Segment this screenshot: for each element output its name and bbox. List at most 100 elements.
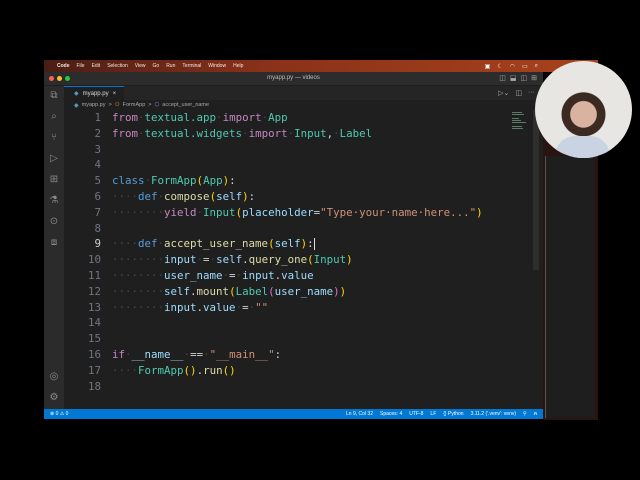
- code-line[interactable]: 10 ········input·=·self.query_one(Input): [64, 252, 543, 268]
- search-icon[interactable]: ⌕: [535, 63, 538, 70]
- minimap[interactable]: [512, 112, 526, 129]
- code-token: ········: [112, 205, 165, 219]
- menu-view[interactable]: View: [135, 63, 146, 69]
- code-token: ): [476, 205, 483, 219]
- code-line[interactable]: 2 from·textual.widgets·import·Input,·Labe…: [64, 126, 543, 142]
- code-token: placeholder: [242, 205, 314, 219]
- breadcrumb: ◆ myapp.py > ⚇ FormApp > ⬡ accept_user_n…: [64, 100, 543, 110]
- code-token: Label: [339, 126, 373, 140]
- code-token: run: [203, 363, 223, 377]
- code-editor[interactable]: 1 from·textual.app·import·App 2 from·textua…: [64, 110, 543, 394]
- code-token: compose: [164, 189, 210, 203]
- code-line[interactable]: 12 ········self.mount(Label(user_name)): [64, 284, 543, 300]
- tab-myapp-py[interactable]: ◆ myapp.py ×: [64, 86, 125, 100]
- menu-window[interactable]: Window: [208, 63, 226, 69]
- code-line[interactable]: 14: [64, 315, 543, 331]
- breadcrumb-class[interactable]: FormApp: [123, 102, 146, 108]
- explorer-icon[interactable]: ⧉: [48, 90, 60, 102]
- menu-app-name[interactable]: Code: [57, 63, 70, 69]
- code-line[interactable]: 16 if·__name__·==·"__main__":: [64, 347, 543, 363]
- code-line[interactable]: 18: [64, 379, 543, 395]
- code-token: self: [274, 237, 301, 251]
- code-line[interactable]: 1 from·textual.app·import·App: [64, 110, 543, 126]
- toggle-secondary-sidebar-icon[interactable]: ◫: [521, 74, 528, 82]
- code-token: ····: [112, 363, 139, 377]
- menu-run[interactable]: Run: [166, 63, 175, 69]
- gear-icon[interactable]: ⚙: [48, 392, 60, 404]
- code-token: if: [112, 347, 126, 361]
- code-token: mount: [196, 284, 230, 298]
- status-tray: ▣ ☾ ◠ ▭ ⌕: [485, 60, 538, 72]
- code-line[interactable]: 6 ····def·compose(self):: [64, 189, 543, 205]
- line-number: 9: [94, 237, 101, 251]
- python-interpreter[interactable]: 3.11.2 ('.venv': venv): [471, 411, 516, 417]
- line-text: ····FormApp().run(): [112, 363, 236, 379]
- accounts-icon[interactable]: ⚲: [523, 411, 527, 417]
- search-icon[interactable]: ⌕: [48, 111, 60, 123]
- breadcrumb-file[interactable]: myapp.py: [82, 102, 106, 108]
- menu-edit[interactable]: Edit: [92, 63, 101, 69]
- account-icon[interactable]: ◎: [48, 371, 60, 383]
- code-token: FormApp: [138, 363, 184, 377]
- code-token: from: [112, 126, 139, 140]
- notifications-icon[interactable]: ⍾: [534, 411, 537, 417]
- menu-file[interactable]: File: [77, 63, 85, 69]
- cursor-position[interactable]: Ln 9, Col 32: [346, 411, 373, 417]
- python-file-icon: ◆: [74, 91, 79, 97]
- line-text: ········input.value·=·"": [112, 300, 268, 316]
- code-token: FormApp: [151, 174, 197, 188]
- source-control-icon[interactable]: ⑂: [48, 132, 60, 144]
- code-line[interactable]: 17 ····FormApp().run(): [64, 363, 543, 379]
- code-line[interactable]: 13 ········input.value·=·"": [64, 300, 543, 316]
- line-number: 18: [87, 379, 101, 393]
- run-debug-icon[interactable]: ▷: [48, 153, 60, 165]
- line-text: if·__name__·==·"__main__":: [112, 347, 281, 363]
- menu-terminal[interactable]: Terminal: [182, 63, 201, 69]
- line-number: 12: [87, 284, 101, 298]
- screen-icon[interactable]: ▣: [485, 63, 491, 70]
- code-line[interactable]: 7 ········yield·Input(placeholder="Type·y…: [64, 205, 543, 221]
- code-token: ): [229, 363, 236, 377]
- code-line[interactable]: 15: [64, 331, 543, 347]
- menu-go[interactable]: Go: [153, 63, 160, 69]
- menu-help[interactable]: Help: [233, 63, 243, 69]
- code-line[interactable]: 3: [64, 142, 543, 158]
- close-tab-icon[interactable]: ×: [113, 91, 117, 97]
- run-file-icon[interactable]: ▷⌄: [498, 89, 509, 97]
- wifi-icon[interactable]: ◠: [510, 63, 515, 70]
- method-icon: ⬡: [154, 102, 160, 108]
- code-line[interactable]: 5 class·FormApp(App):: [64, 173, 543, 189]
- line-number: 8: [94, 221, 101, 235]
- end-of-line[interactable]: LF: [430, 411, 436, 417]
- customize-layout-icon[interactable]: ⊞: [531, 74, 537, 82]
- testing-icon[interactable]: ⚗: [48, 195, 60, 207]
- line-number: 10: [87, 253, 101, 267]
- more-actions-icon[interactable]: ···: [528, 89, 535, 97]
- tab-label: myapp.py: [82, 90, 109, 97]
- battery-icon[interactable]: ▭: [522, 63, 528, 70]
- vertical-scrollbar[interactable]: [533, 110, 539, 270]
- code-token: ····: [112, 237, 139, 251]
- language-mode[interactable]: {} Python: [443, 411, 463, 417]
- problems-status[interactable]: ⊗ 0 ⚠ 0: [50, 411, 68, 417]
- moon-icon[interactable]: ☾: [497, 63, 502, 70]
- split-editor-icon[interactable]: ◫: [515, 89, 522, 97]
- indentation[interactable]: Spaces: 4: [380, 411, 402, 417]
- code-line[interactable]: 8: [64, 221, 543, 237]
- code-token: :: [274, 347, 282, 361]
- timeline-icon[interactable]: ⊙: [48, 216, 60, 228]
- code-token: App: [268, 111, 288, 124]
- remote-explorer-icon[interactable]: ⧈: [48, 237, 60, 249]
- extensions-icon[interactable]: ⊞: [48, 174, 60, 186]
- menu-selection[interactable]: Selection: [107, 63, 128, 69]
- toggle-panel-icon[interactable]: ⬓: [510, 74, 517, 82]
- code-line[interactable]: 9 ····def·accept_user_name(self):: [64, 236, 543, 252]
- code-token: class: [112, 174, 145, 188]
- breadcrumb-method[interactable]: accept_user_name: [162, 102, 209, 108]
- toggle-sidebar-icon[interactable]: ◫: [499, 74, 506, 82]
- code-line[interactable]: 11 ········user_name·=·input.value: [64, 268, 543, 284]
- line-text: ········input·=·self.query_one(Input): [112, 252, 353, 268]
- code-token: ): [346, 253, 353, 267]
- code-line[interactable]: 4: [64, 157, 543, 173]
- encoding[interactable]: UTF-8: [409, 411, 423, 417]
